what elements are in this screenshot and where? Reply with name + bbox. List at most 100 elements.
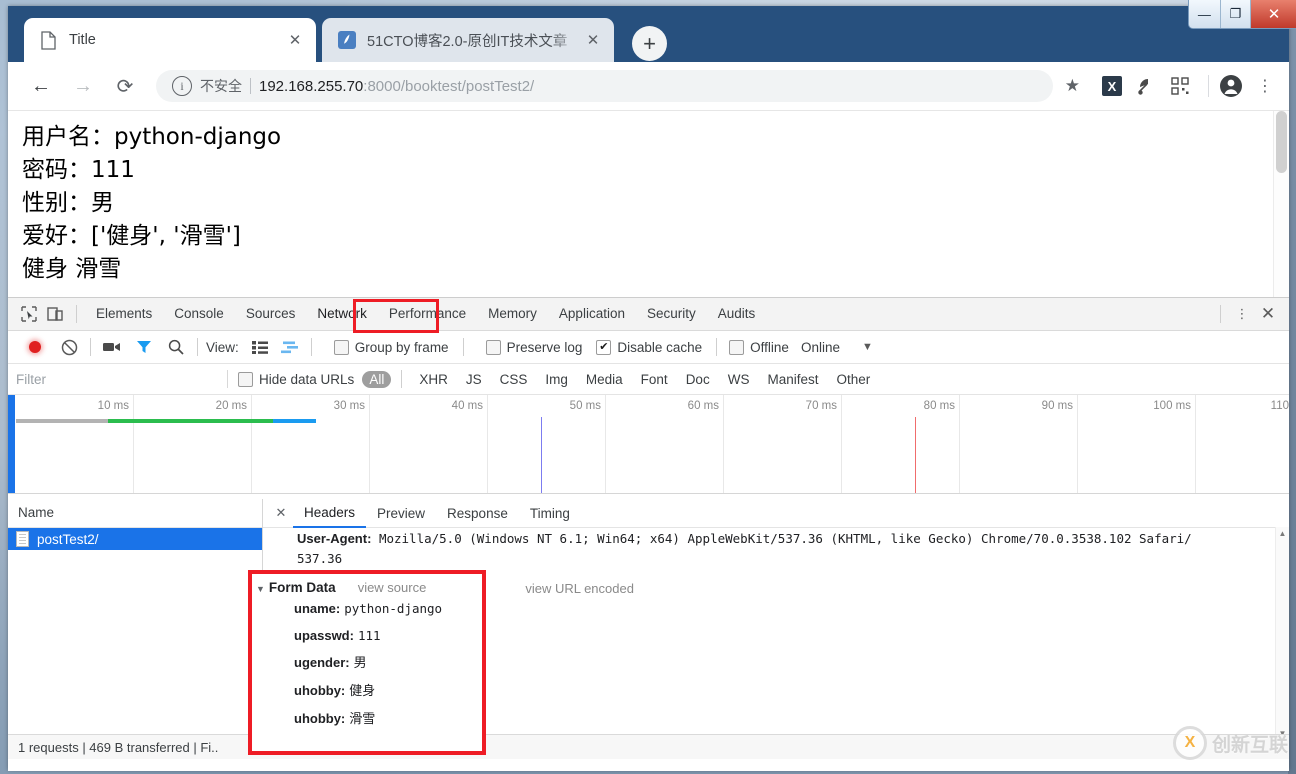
throttling-value[interactable]: Online xyxy=(801,340,840,355)
satellite-dish-icon[interactable] xyxy=(1132,72,1160,100)
detail-tab-response[interactable]: Response xyxy=(436,500,519,527)
filter-type-media[interactable]: Media xyxy=(579,371,630,388)
devtools-close-icon[interactable]: ✕ xyxy=(1255,301,1281,327)
address-bar[interactable]: i 不安全 192.168.255.70:8000/booktest/postT… xyxy=(156,70,1053,102)
info-circle-icon[interactable]: i xyxy=(172,76,192,96)
camera-icon[interactable] xyxy=(99,334,125,360)
tab-application[interactable]: Application xyxy=(548,298,636,330)
waterfall-view-icon[interactable] xyxy=(277,334,303,360)
tab-close-icon[interactable]: ✕ xyxy=(282,27,308,53)
record-circle-icon[interactable] xyxy=(22,334,48,360)
page-scrollbar-thumb[interactable] xyxy=(1276,111,1287,173)
filter-type-manifest[interactable]: Manifest xyxy=(760,371,825,388)
tab-performance[interactable]: Performance xyxy=(378,298,477,330)
filter-type-doc[interactable]: Doc xyxy=(679,371,717,388)
control-divider-3 xyxy=(311,338,312,356)
devtools-panel: Elements Console Sources Network Perform… xyxy=(8,297,1289,771)
detail-close-icon[interactable]: ✕ xyxy=(269,505,293,521)
window-close-button[interactable]: ✕ xyxy=(1250,0,1296,28)
detail-tab-headers[interactable]: Headers xyxy=(293,499,366,528)
cx-logo-icon xyxy=(1173,726,1207,760)
page-line-hobby-items: 健身 滑雪 xyxy=(22,253,1289,286)
person-icon[interactable] xyxy=(1217,72,1245,100)
ruler-gridline xyxy=(605,395,606,493)
detail-tab-preview[interactable]: Preview xyxy=(366,500,436,527)
filter-type-other[interactable]: Other xyxy=(829,371,877,388)
watermark: 创新互联 xyxy=(1173,726,1288,760)
forward-icon[interactable]: → xyxy=(66,69,100,103)
preserve-log-checkbox[interactable]: Preserve log xyxy=(486,340,583,355)
browser-menu-icon[interactable]: ⋮ xyxy=(1251,72,1279,100)
control-divider-5 xyxy=(716,338,717,356)
tab-close-icon[interactable]: ✕ xyxy=(580,27,606,53)
devtools-bottom-strip xyxy=(8,759,1289,771)
filter-type-ws[interactable]: WS xyxy=(721,371,757,388)
watermark-text: 创新互联 xyxy=(1212,730,1288,757)
window-minimize-button[interactable]: — xyxy=(1189,0,1220,28)
filter-type-css[interactable]: CSS xyxy=(493,371,535,388)
qr-code-icon[interactable] xyxy=(1166,72,1194,100)
network-body: Name postTest2/ ✕ Headers Preview Respon… xyxy=(8,499,1289,740)
detail-scrollbar[interactable]: ▲ ▼ xyxy=(1275,527,1289,739)
status-summary: 1 requests | 469 B transferred | Fi.. xyxy=(18,740,218,755)
detail-tab-timing[interactable]: Timing xyxy=(519,500,581,527)
list-view-icon[interactable] xyxy=(247,334,273,360)
new-tab-button[interactable]: + xyxy=(632,26,667,61)
tab-network[interactable]: Network xyxy=(306,298,378,330)
filter-input[interactable]: Filter xyxy=(16,372,221,387)
reload-icon[interactable]: ⟳ xyxy=(108,69,142,103)
magnifier-icon[interactable] xyxy=(163,334,189,360)
checkbox-box xyxy=(486,340,501,355)
filter-type-img[interactable]: Img xyxy=(538,371,575,388)
header-user-agent: User-Agent: Mozilla/5.0 (Windows NT 6.1;… xyxy=(263,529,1289,549)
tab-memory[interactable]: Memory xyxy=(477,298,548,330)
form-data-key: uname: xyxy=(315,602,361,617)
filter-type-font[interactable]: Font xyxy=(634,371,675,388)
window-maximize-button[interactable]: ❐ xyxy=(1220,0,1250,28)
filter-type-all[interactable]: All xyxy=(362,371,391,388)
back-icon[interactable]: ← xyxy=(24,69,58,103)
extension-x-icon[interactable]: X xyxy=(1098,72,1126,100)
device-toolbar-icon[interactable] xyxy=(42,301,68,327)
dom-content-loaded-line xyxy=(541,417,542,493)
clear-circle-slash-icon[interactable] xyxy=(56,334,82,360)
ruler-gridline xyxy=(251,395,252,493)
offline-checkbox[interactable]: Offline xyxy=(729,340,789,355)
tab-sources[interactable]: Sources xyxy=(235,298,307,330)
checkbox-label: Group by frame xyxy=(355,340,449,355)
bookmark-star-icon[interactable]: ★ xyxy=(1065,76,1080,96)
tab-label: 51CTO博客2.0-原创IT技术文章 xyxy=(367,30,580,51)
browser-tab-51cto[interactable]: 51CTO博客2.0-原创IT技术文章 ✕ xyxy=(322,18,614,62)
browser-tab-title[interactable]: Title ✕ xyxy=(24,18,316,62)
request-name: postTest2/ xyxy=(37,532,99,547)
tab-audits[interactable]: Audits xyxy=(707,298,767,330)
page-scrollbar[interactable] xyxy=(1273,111,1289,298)
ruler-gridline xyxy=(369,395,370,493)
request-detail-pane: ✕ Headers Preview Response Timing User-A… xyxy=(263,499,1289,739)
tab-console[interactable]: Console xyxy=(163,298,235,330)
filter-divider-2 xyxy=(401,370,402,388)
form-data-header[interactable]: ▼ Form Data view source view URL encoded xyxy=(277,581,1289,596)
network-overview-timeline[interactable]: 10 ms 20 ms 30 ms 40 ms 50 ms 60 ms 70 m… xyxy=(8,395,1289,494)
devtools-more-icon[interactable]: ⋮ xyxy=(1229,301,1255,327)
overview-waterfall-bar xyxy=(16,419,316,423)
filter-type-xhr[interactable]: XHR xyxy=(412,371,455,388)
scroll-up-icon[interactable]: ▲ xyxy=(1276,527,1289,539)
request-list-header-name[interactable]: Name xyxy=(8,499,262,528)
throttling-caret-icon[interactable]: ▼ xyxy=(862,341,873,353)
disable-cache-checkbox[interactable]: Disable cache xyxy=(596,340,702,355)
table-row[interactable]: postTest2/ xyxy=(8,528,262,550)
group-by-frame-checkbox[interactable]: Group by frame xyxy=(334,340,449,355)
hide-data-urls-checkbox[interactable]: Hide data URLs xyxy=(238,372,354,387)
funnel-icon[interactable] xyxy=(131,334,157,360)
chevron-down-icon[interactable]: ▼ xyxy=(277,585,286,595)
devtools-tabbar-right: ⋮ ✕ xyxy=(1212,301,1289,327)
tab-elements[interactable]: Elements xyxy=(85,298,163,330)
inspect-element-icon[interactable] xyxy=(16,301,42,327)
view-url-encoded-link[interactable]: view URL encoded xyxy=(525,581,634,596)
ruler-label-70ms: 70 ms xyxy=(806,400,841,412)
tab-security[interactable]: Security xyxy=(636,298,707,330)
view-source-link[interactable]: view source xyxy=(379,581,448,596)
network-control-bar: View: xyxy=(8,331,1289,364)
filter-type-js[interactable]: JS xyxy=(459,371,489,388)
